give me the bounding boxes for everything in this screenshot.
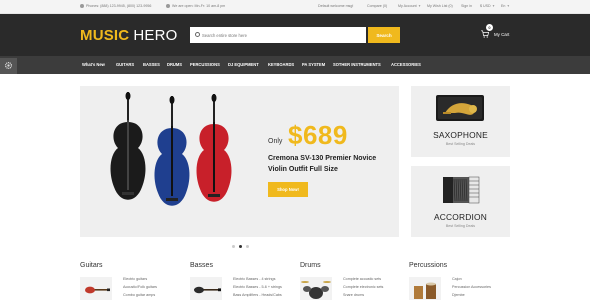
wishlist-link[interactable]: My Wish List (0) [427,4,453,8]
category-title[interactable]: Drums [300,262,321,269]
category-link[interactable]: Djembe [452,291,491,299]
phones-text: Phones: (888) 123-9945, (800) 123-9956 [86,4,152,8]
signin-link[interactable]: Sign in [461,4,472,8]
violins-image [110,92,232,206]
category-links: Electric Basses - 4 strings Electric Bas… [233,275,282,299]
category-link[interactable]: Electric guitars [123,275,157,283]
phone-icon [80,4,84,8]
cart-count-badge: 0 [486,24,493,31]
saxophone-banner[interactable]: SAXOPHONE Best Selling Deals [411,86,510,157]
violin-blue [154,96,190,206]
violin-black [110,92,146,200]
guitar-thumbnail[interactable] [80,277,112,300]
phones-info: Phones: (888) 123-9945, (800) 123-9956 [80,4,151,8]
category-links: Cajon Percussion Accessories Djembe [452,275,491,299]
accordion-image [443,176,480,204]
nav-item-guitars[interactable]: GUITARS [116,62,134,67]
welcome-message: Default welcome msg! [318,4,354,8]
accordion-banner[interactable]: ACCORDION Best Selling Deals [411,166,510,237]
slider-dot-1[interactable] [232,245,235,248]
nav-item-pa-system[interactable]: PA SYSTEM [302,62,325,67]
accordion-title: ACCORDION [434,212,487,222]
nav-item-drums[interactable]: DRUMS [167,62,182,67]
category-basses: Basses Electric Basses - 4 strings Elect… [190,262,282,300]
top-bar: Phones: (888) 123-9945, (800) 123-9956 W… [0,0,590,14]
compare-link[interactable]: Compare (0) [367,4,387,8]
saxophone-subtitle: Best Selling Deals [445,142,476,146]
only-label: Only [268,138,283,145]
percussion-thumbnail[interactable] [409,277,441,300]
violin-red [196,94,232,202]
shop-now-button[interactable]: Shop Now! [268,182,308,197]
category-link[interactable]: Combo guitar amps [123,291,157,299]
drums-image [301,281,331,299]
main-nav: What's New GUITARS BASSES DRUMS PERCUSSI… [0,56,590,74]
category-links: Electric guitars Acoustic/Folk guitars C… [123,275,157,299]
hero-price: $689 [288,120,348,150]
category-link[interactable]: Cajon [452,275,491,283]
nav-item-keyboards[interactable]: KEYBOARDS [268,62,294,67]
category-link[interactable]: Complete acoustic sets [343,275,383,283]
category-link[interactable]: Electric Basses - 5-6 + strings [233,283,282,291]
slider-dot-3[interactable] [246,245,249,248]
bass-thumbnail[interactable] [190,277,222,300]
category-link[interactable]: Snare drums [343,291,383,299]
mini-cart[interactable]: 0 My Cart [481,24,521,42]
category-link[interactable]: Complete electronic sets [343,283,383,291]
cart-label: My Cart [494,32,510,37]
category-drums: Drums Complete acoustic sets Complete el… [300,262,383,300]
category-guitars: Guitars Electric guitars Acoustic/Folk g… [80,262,157,300]
category-link[interactable]: Bass Amplifiers - Heads/Cabs [233,291,282,299]
hero-slider: Only $689 Cremona SV-130 Premier Novice … [80,86,399,237]
clock-icon [166,4,170,8]
chevron-down-icon: ▾ [418,4,421,8]
category-link[interactable]: Electric Basses - 4 strings [233,275,282,283]
search-button[interactable]: Search [368,27,400,43]
chevron-down-icon: ▾ [492,4,495,8]
nav-item-dj-equipment[interactable]: DJ EQUIPMENT [228,62,259,67]
hero-product-title: Cremona SV-130 Premier Novice Violin Out… [268,155,377,173]
cart-icon [481,30,489,38]
hours-info: We are open: Mn-Fr: 10 am-8 pm [166,4,225,8]
saxophone-image [436,95,484,121]
nav-item-whats-new[interactable]: What's New [82,62,105,67]
settings-side-tab[interactable] [0,58,17,74]
nav-item-basses[interactable]: BASSES [143,62,160,67]
slider-pagination [232,245,249,248]
currency-selector[interactable]: $ USD ▾ [480,4,494,8]
category-percussions: Percussions Cajon Percussion Accessories… [409,262,491,300]
category-links: Complete acoustic sets Complete electron… [343,275,383,299]
hours-text: We are open: Mn-Fr: 10 am-8 pm [172,4,226,8]
nav-item-percussions[interactable]: PERCUSSIONS [190,62,220,67]
chevron-down-icon: ▾ [507,4,510,8]
gear-icon [4,61,13,70]
accordion-subtitle: Best Selling Deals [445,224,476,228]
percussion-image [414,282,436,299]
slider-dot-2[interactable] [239,245,242,248]
category-title[interactable]: Basses [190,262,213,269]
search-input[interactable] [190,27,366,43]
guitar-image [85,286,110,294]
search-icon [195,32,200,37]
account-menu[interactable]: My Account ▾ [398,4,420,8]
category-link[interactable]: Acoustic/Folk guitars [123,283,157,291]
nav-item-accessories[interactable]: ACCESSORIES [391,62,421,67]
language-selector[interactable]: En ▾ [501,4,509,8]
nav-item-other-instruments[interactable]: SOTHER INSTRUMENTS [333,62,381,67]
site-logo[interactable]: MUSIC HERO [80,27,177,44]
saxophone-title: SAXOPHONE [433,130,488,140]
bass-image [194,286,221,294]
category-title[interactable]: Percussions [409,262,447,269]
category-link[interactable]: Percussion Accessories [452,283,491,291]
drums-thumbnail[interactable] [300,277,332,300]
category-title[interactable]: Guitars [80,262,103,269]
